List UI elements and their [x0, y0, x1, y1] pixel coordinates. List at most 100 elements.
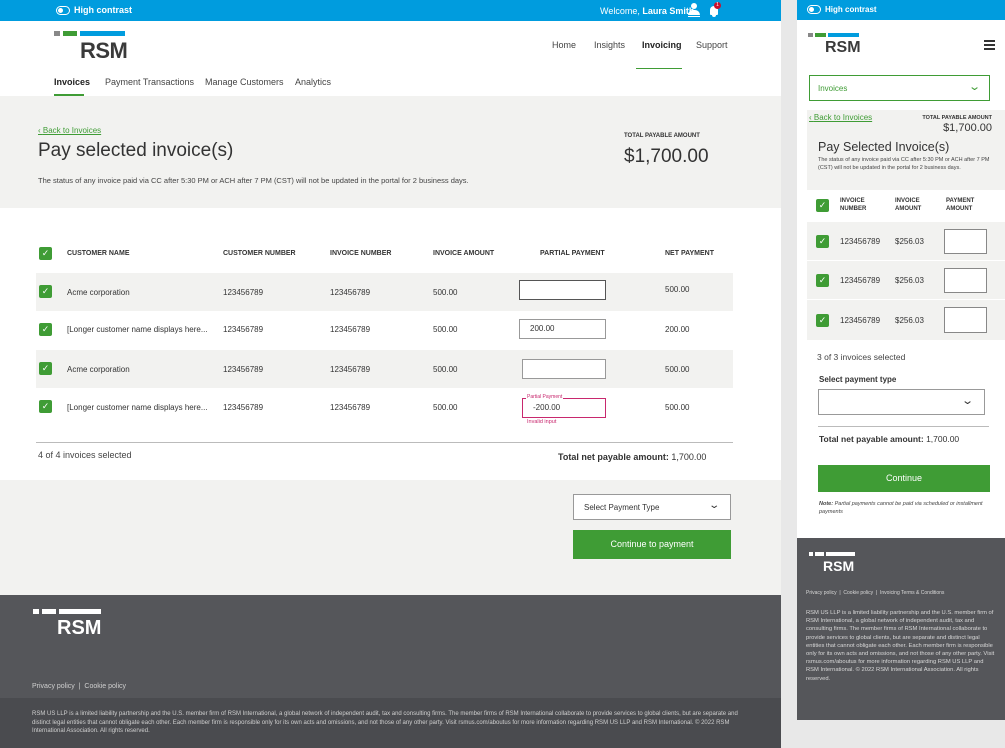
table-row: ✓ [Longer customer name displays here...… — [36, 311, 733, 349]
toggle-icon — [56, 6, 70, 16]
customer-number: 123456789 — [223, 288, 264, 297]
nav-insights[interactable]: Insights — [594, 40, 625, 50]
invoice-number: 123456789 — [330, 403, 371, 412]
welcome-text: Welcome, Laura Smith — [600, 6, 695, 16]
net-payment: 500.00 — [665, 365, 690, 374]
nav-active-indicator — [636, 68, 682, 69]
col-payment-amount: PAYMENT AMOUNT — [946, 198, 975, 212]
section-dropdown[interactable]: Invoices ⌄ — [809, 75, 990, 101]
invoice-number: 123456789 — [840, 316, 881, 325]
user-name: Laura Smith — [642, 6, 695, 16]
total-label: TOTAL PAYABLE AMOUNT — [922, 115, 992, 121]
list-item: ✓ 123456789 $256.03 — [807, 300, 1005, 340]
payment-amount-input[interactable] — [944, 307, 987, 333]
subnav-invoices[interactable]: Invoices — [54, 77, 90, 87]
footer-links[interactable]: Privacy policy | Cookie policy | Invoici… — [806, 590, 944, 596]
payment-type-select[interactable]: Select Payment Type ⌄ — [573, 494, 731, 520]
row-checkbox[interactable]: ✓ — [816, 235, 829, 248]
menu-icon[interactable] — [984, 40, 995, 50]
footer-legal: RSM US LLP is a limited liability partne… — [0, 698, 781, 748]
subnav-analytics[interactable]: Analytics — [295, 77, 331, 87]
partial-payment-input[interactable]: 200.00 — [519, 319, 606, 339]
customer-name: Acme corporation — [67, 365, 130, 374]
page-header: ‹ Back to Invoices Pay selected invoice(… — [0, 96, 781, 208]
invoice-number: 123456789 — [840, 237, 881, 246]
mobile-view: High contrast RSM Invoices ⌄ ‹ Back to I… — [797, 0, 1005, 720]
notification-badge: 1 — [714, 2, 721, 9]
payment-type-select[interactable]: ⌄ — [818, 389, 985, 415]
col-partial-payment: PARTIAL PAYMENT — [540, 250, 605, 257]
subnav-manage-customers[interactable]: Manage Customers — [205, 77, 284, 87]
total-label: TOTAL PAYABLE AMOUNT — [624, 133, 700, 139]
row-checkbox[interactable]: ✓ — [816, 314, 829, 327]
partial-payment-input[interactable] — [519, 280, 606, 300]
continue-button[interactable]: Continue — [818, 465, 990, 492]
select-all-checkbox[interactable]: ✓ — [816, 199, 829, 212]
actions-band: Select Payment Type ⌄ Continue to paymen… — [0, 480, 781, 595]
customer-name: [Longer customer name displays here... — [67, 325, 208, 334]
col-invoice-number: INVOICE NUMBER — [330, 250, 392, 257]
table-row: ✓ [Longer customer name displays here...… — [36, 388, 733, 426]
user-icon[interactable] — [688, 3, 700, 17]
notice-text: The status of any invoice paid via CC af… — [38, 176, 469, 185]
row-checkbox[interactable]: ✓ — [39, 285, 52, 298]
invoice-number: 123456789 — [330, 365, 371, 374]
chevron-down-icon: ⌄ — [707, 500, 720, 511]
customer-number: 123456789 — [223, 403, 264, 412]
list-item: ✓ 123456789 $256.03 — [807, 261, 1005, 299]
divider — [818, 426, 989, 427]
partial-payment-input-invalid[interactable]: Partial Payment -200.00 — [522, 394, 606, 418]
back-link[interactable]: ‹ Back to Invoices — [38, 126, 101, 135]
row-checkbox[interactable]: ✓ — [816, 274, 829, 287]
chevron-down-icon: ⌄ — [960, 395, 974, 407]
invoice-amount: 500.00 — [433, 365, 458, 374]
row-checkbox[interactable]: ✓ — [39, 323, 52, 336]
invoice-number: 123456789 — [840, 276, 881, 285]
continue-to-payment-button[interactable]: Continue to payment — [573, 530, 731, 559]
footer-links[interactable]: Privacy policy | Cookie policy — [32, 683, 126, 690]
page-title: Pay Selected Invoice(s) — [818, 140, 950, 154]
error-message: Invalid input — [527, 419, 557, 425]
row-checkbox[interactable]: ✓ — [39, 362, 52, 375]
high-contrast-toggle[interactable]: High contrast — [807, 5, 877, 15]
payment-type-label: Select payment type — [819, 375, 897, 384]
footer-legal: RSM US LLP is a limited liability partne… — [806, 610, 995, 682]
net-payment: 200.00 — [665, 325, 690, 334]
total-net-payable: Total net payable amount: 1,700.00 — [819, 434, 960, 444]
col-invoice-amount: INVOICE AMOUNT — [895, 198, 922, 212]
row-checkbox[interactable]: ✓ — [39, 400, 52, 413]
note-text: Note: Partial payments cannot be paid vi… — [819, 501, 983, 515]
nav-invoicing[interactable]: Invoicing — [642, 40, 682, 50]
total-net-payable: Total net payable amount: 1,700.00 — [558, 452, 707, 462]
invoice-amount: $256.03 — [895, 316, 924, 325]
selected-count: 3 of 3 invoices selected — [817, 352, 906, 362]
invoice-number: 123456789 — [330, 325, 371, 334]
select-all-checkbox[interactable]: ✓ — [39, 247, 52, 260]
col-net-payment: NET PAYMENT — [665, 250, 715, 257]
high-contrast-toggle[interactable]: High contrast — [56, 5, 132, 16]
chevron-down-icon: ⌄ — [967, 81, 981, 93]
partial-payment-input[interactable] — [522, 359, 606, 379]
nav-home[interactable]: Home — [552, 40, 576, 50]
col-customer-number: CUSTOMER NUMBER — [223, 250, 296, 257]
invoice-amount: $256.03 — [895, 276, 924, 285]
table-row: ✓ Acme corporation 123456789 123456789 5… — [36, 273, 733, 311]
subnav-payment-transactions[interactable]: Payment Transactions — [105, 77, 194, 87]
table-row: ✓ Acme corporation 123456789 123456789 5… — [36, 350, 733, 388]
notice-text: The status of any invoice paid via CC af… — [818, 157, 990, 171]
invoice-number: 123456789 — [330, 288, 371, 297]
customer-number: 123456789 — [223, 325, 264, 334]
invoice-amount: $256.03 — [895, 237, 924, 246]
divider — [36, 442, 733, 443]
back-link[interactable]: ‹ Back to Invoices — [809, 113, 872, 122]
toggle-icon — [807, 5, 821, 15]
payment-amount-input[interactable] — [944, 268, 987, 293]
mobile-page-header: ‹ Back to Invoices TOTAL PAYABLE AMOUNT … — [807, 110, 1005, 190]
payment-amount-input[interactable] — [944, 229, 987, 254]
bell-icon[interactable]: 1 — [708, 2, 721, 18]
nav-support[interactable]: Support — [696, 40, 728, 50]
invoice-amount: 500.00 — [433, 325, 458, 334]
net-payment: 500.00 — [665, 285, 690, 294]
total-amount: $1,700.00 — [624, 146, 709, 167]
top-bar: High contrast Welcome, Laura Smith 1 — [0, 0, 781, 21]
